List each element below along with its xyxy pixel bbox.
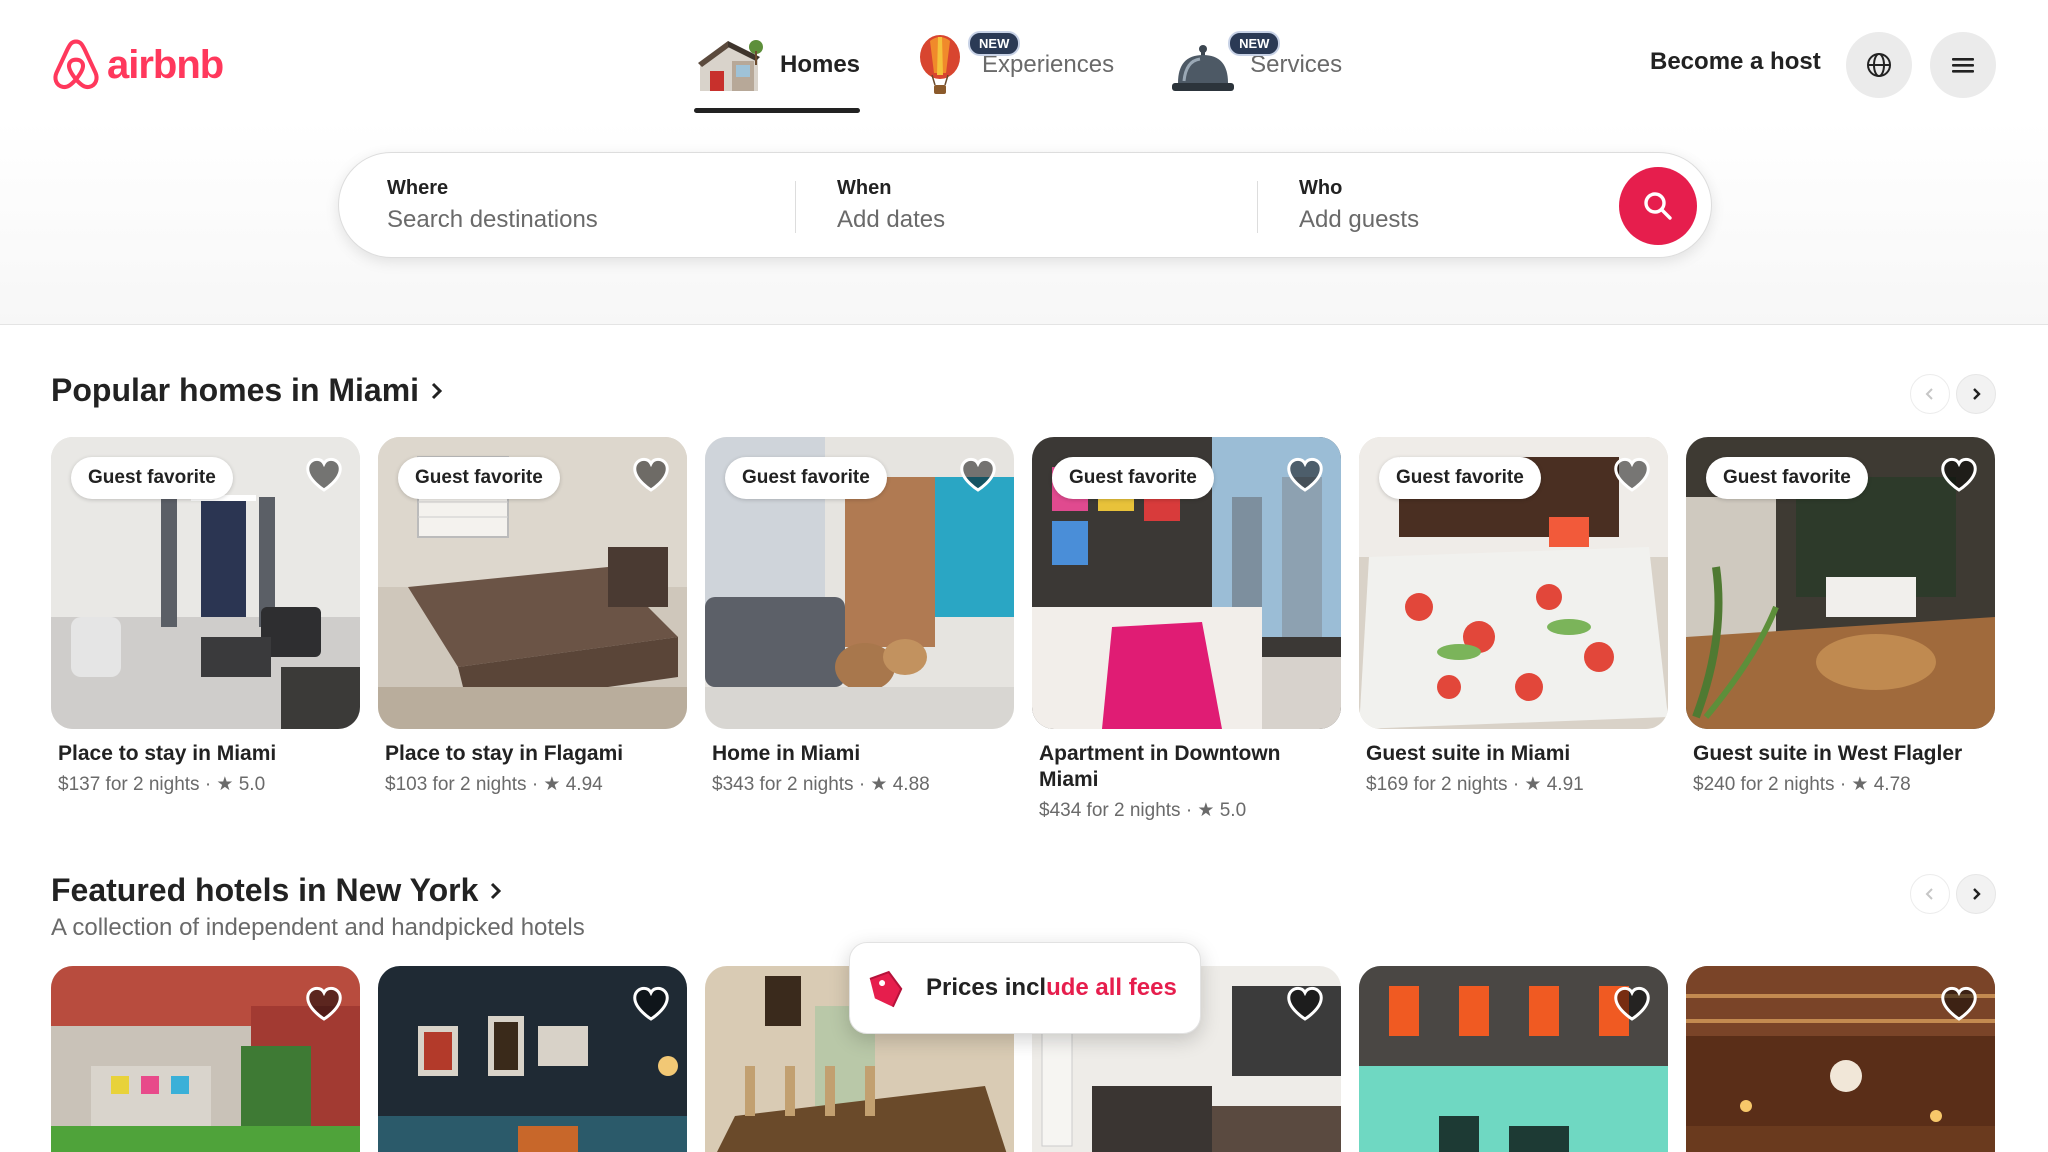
carousel-next-button[interactable] bbox=[1956, 374, 1996, 414]
search-icon bbox=[1644, 192, 1672, 220]
section-title-featured-hotels[interactable]: Featured hotels in New York bbox=[51, 872, 504, 909]
tab-experiences[interactable]: NEW Experiences bbox=[916, 22, 1114, 108]
heart-icon[interactable] bbox=[1612, 455, 1652, 495]
listing-price-rating: $434 for 2 nights · ★ 5.0 bbox=[1039, 800, 1247, 821]
search-when[interactable]: When Add dates bbox=[837, 177, 1217, 234]
search-divider bbox=[1257, 181, 1258, 233]
category-tabs: Homes NEW Experiences NEW Services bbox=[692, 22, 1398, 113]
heart-icon[interactable] bbox=[631, 984, 671, 1024]
airbnb-logo-icon bbox=[53, 39, 99, 90]
heart-icon[interactable] bbox=[958, 455, 998, 495]
service-bell-icon bbox=[1172, 45, 1235, 91]
tab-homes[interactable]: Homes bbox=[692, 22, 861, 113]
balloon-icon-wrap: NEW bbox=[916, 31, 1021, 97]
listing-title: Guest suite in West Flagler bbox=[1693, 742, 1963, 765]
heart-icon[interactable] bbox=[1285, 455, 1325, 495]
chevron-right-icon bbox=[432, 382, 443, 399]
logo-wordmark: airbnb bbox=[107, 42, 224, 87]
tab-services[interactable]: NEW Services bbox=[1170, 22, 1342, 108]
heart-icon[interactable] bbox=[304, 455, 344, 495]
fees-incl: incl bbox=[1004, 974, 1047, 1001]
tab-homes-label: Homes bbox=[780, 51, 861, 78]
listing-title: Home in Miami bbox=[712, 742, 861, 765]
who-label: Who bbox=[1299, 177, 1343, 199]
when-input[interactable]: Add dates bbox=[837, 206, 1217, 234]
listing-title: Apartment in Downtown Miami bbox=[1039, 742, 1281, 791]
guest-favorite-badge: Guest favorite bbox=[1379, 457, 1541, 499]
listing-price-rating: $103 for 2 nights · ★ 4.94 bbox=[385, 774, 603, 795]
heart-icon[interactable] bbox=[1612, 984, 1652, 1024]
listing-price-rating: $169 for 2 nights · ★ 4.91 bbox=[1366, 774, 1584, 795]
heart-icon[interactable] bbox=[1285, 984, 1325, 1024]
when-label: When bbox=[837, 177, 892, 199]
chevron-left-icon bbox=[1925, 388, 1933, 400]
search-divider bbox=[795, 181, 796, 233]
fees-prefix: Prices bbox=[926, 974, 1005, 1001]
search-who[interactable]: Who Add guests bbox=[1299, 177, 1579, 234]
listing-title: Place to stay in Flagami bbox=[385, 742, 624, 765]
fees-mid: ude bbox=[1046, 974, 1089, 1001]
chevron-left-icon bbox=[1925, 888, 1933, 900]
listing-price-rating: $137 for 2 nights · ★ 5.0 bbox=[58, 774, 266, 795]
prices-include-fees-banner[interactable]: Prices include all fees bbox=[849, 942, 1201, 1034]
hot-air-balloon-icon bbox=[920, 35, 961, 94]
header: airbnb Homes NEW Experiences NEW Service… bbox=[0, 0, 2048, 325]
guest-favorite-badge: Guest favorite bbox=[1706, 457, 1868, 499]
chevron-right-icon bbox=[1973, 388, 1981, 400]
guest-favorite-badge: Guest favorite bbox=[725, 457, 887, 499]
globe-icon bbox=[1867, 53, 1891, 77]
search-button[interactable] bbox=[1619, 167, 1697, 245]
carousel-next-button[interactable] bbox=[1956, 874, 1996, 914]
search-bar: Where Search destinations When Add dates… bbox=[338, 152, 1712, 258]
guest-favorite-badge: Guest favorite bbox=[71, 457, 233, 499]
search-where[interactable]: Where Search destinations bbox=[387, 177, 767, 234]
heart-icon[interactable] bbox=[304, 984, 344, 1024]
hamburger-menu-icon bbox=[1952, 58, 1974, 73]
carousel-prev-button[interactable] bbox=[1910, 374, 1950, 414]
chevron-right-icon bbox=[491, 882, 502, 899]
heart-icon[interactable] bbox=[1939, 455, 1979, 495]
section-title-text: Featured hotels in New York bbox=[51, 872, 479, 908]
heart-icon[interactable] bbox=[631, 455, 671, 495]
where-label: Where bbox=[387, 177, 449, 199]
section-title-popular-miami[interactable]: Popular homes in Miami bbox=[51, 372, 445, 409]
listing-price-rating: $343 for 2 nights · ★ 4.88 bbox=[712, 774, 930, 795]
section-title-text: Popular homes in Miami bbox=[51, 372, 420, 408]
prices-include-fees-text: Prices include all fees bbox=[926, 974, 1177, 1002]
price-tag-icon bbox=[869, 970, 903, 1008]
chevron-right-icon bbox=[1973, 888, 1981, 900]
fees-highlight: all fees bbox=[1088, 974, 1177, 1001]
section-subtitle: A collection of independent and handpick… bbox=[51, 914, 585, 941]
heart-icon[interactable] bbox=[1939, 984, 1979, 1024]
carousel-prev-button[interactable] bbox=[1910, 874, 1950, 914]
guest-favorite-badge: Guest favorite bbox=[1052, 457, 1214, 499]
listing-title: Guest suite in Miami bbox=[1366, 742, 1571, 765]
main-menu-button[interactable] bbox=[1930, 32, 1996, 98]
who-input[interactable]: Add guests bbox=[1299, 206, 1579, 234]
guest-favorite-badge: Guest favorite bbox=[398, 457, 560, 499]
services-new-badge: NEW bbox=[1228, 31, 1281, 56]
listing-title: Place to stay in Miami bbox=[58, 742, 277, 765]
experiences-new-badge: NEW bbox=[968, 31, 1021, 56]
become-a-host-link[interactable]: Become a host bbox=[1650, 48, 1821, 76]
language-button[interactable] bbox=[1846, 32, 1912, 98]
listing-price-rating: $240 for 2 nights · ★ 4.78 bbox=[1693, 774, 1911, 795]
where-input[interactable]: Search destinations bbox=[387, 206, 767, 234]
bell-icon-wrap: NEW bbox=[1170, 31, 1281, 97]
house-icon bbox=[698, 40, 763, 91]
airbnb-logo[interactable]: airbnb bbox=[51, 38, 224, 92]
